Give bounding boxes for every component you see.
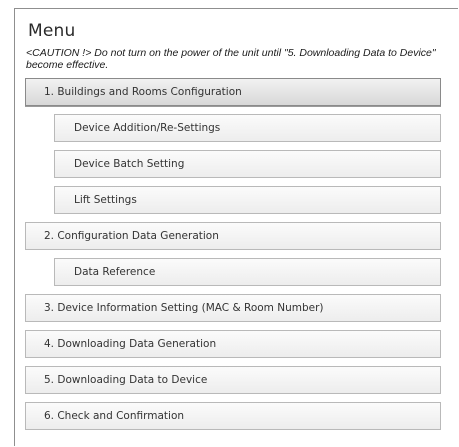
- menu-item-label: 1. Buildings and Rooms Configuration: [44, 86, 242, 98]
- menu-item-label: 6. Check and Confirmation: [44, 410, 185, 422]
- menu-item-label: 4. Downloading Data Generation: [44, 338, 217, 350]
- menu-title: Menu: [28, 21, 76, 41]
- menu-data-reference-button[interactable]: Data Reference: [54, 258, 441, 286]
- menu-item-label: Device Batch Setting: [74, 158, 185, 170]
- menu-item-label: Data Reference: [74, 266, 156, 278]
- caution-message: <CAUTION !> Do not turn on the power of …: [26, 47, 456, 71]
- menu-item-label: 5. Downloading Data to Device: [44, 374, 208, 386]
- menu-item-label: Device Addition/Re-Settings: [74, 122, 221, 134]
- menu-check-and-confirmation-button[interactable]: 6. Check and Confirmation: [25, 402, 441, 430]
- menu-item-label: 2. Configuration Data Generation: [44, 230, 219, 242]
- menu-device-batch-setting-button[interactable]: Device Batch Setting: [54, 150, 441, 178]
- menu-device-addition-resettings-button[interactable]: Device Addition/Re-Settings: [54, 114, 441, 142]
- menu-item-label: 3. Device Information Setting (MAC & Roo…: [44, 302, 324, 314]
- menu-configuration-data-generation-button[interactable]: 2. Configuration Data Generation: [25, 222, 441, 250]
- caution-line-1: <CAUTION !> Do not turn on the power of …: [26, 47, 436, 59]
- menu-item-label: Lift Settings: [74, 194, 137, 206]
- caution-line-2: become effective.: [26, 59, 109, 71]
- menu-buildings-rooms-configuration-button[interactable]: 1. Buildings and Rooms Configuration: [25, 78, 441, 106]
- menu-downloading-data-generation-button[interactable]: 4. Downloading Data Generation: [25, 330, 441, 358]
- menu-lift-settings-button[interactable]: Lift Settings: [54, 186, 441, 214]
- menu-device-information-setting-button[interactable]: 3. Device Information Setting (MAC & Roo…: [25, 294, 441, 322]
- menu-downloading-data-to-device-button[interactable]: 5. Downloading Data to Device: [25, 366, 441, 394]
